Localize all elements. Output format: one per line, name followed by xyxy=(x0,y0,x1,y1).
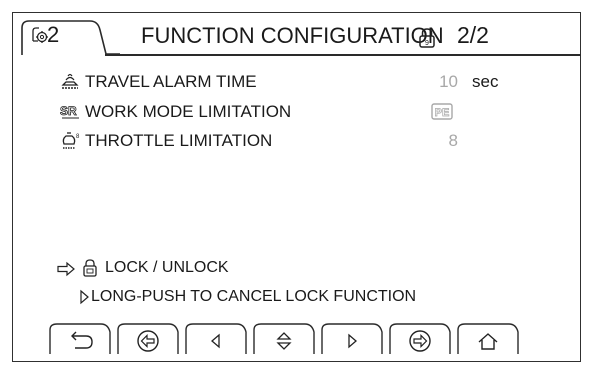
page-indicator: 2/2 xyxy=(457,22,489,48)
triangle-left-icon xyxy=(211,333,220,349)
svg-text:8: 8 xyxy=(76,134,80,140)
pe-mode-badge: PE xyxy=(431,103,453,120)
svg-text:9: 9 xyxy=(425,40,429,47)
setting-label: TRAVEL ALARM TIME xyxy=(85,72,257,91)
work-mode-icon: SR xyxy=(60,104,79,119)
setting-label: WORK MODE LIMITATION xyxy=(85,102,292,121)
svg-text:SR: SR xyxy=(60,104,77,118)
next-page-button[interactable] xyxy=(388,322,452,354)
travel-alarm-icon xyxy=(61,73,79,89)
header-divider xyxy=(105,54,581,56)
long-push-hint: LONG-PUSH TO CANCEL LOCK FUNCTION xyxy=(79,287,499,307)
triangle-right-icon xyxy=(80,289,89,305)
previous-page-button[interactable] xyxy=(116,322,180,354)
setting-row-throttle-limitation[interactable]: 8 THROTTLE LIMITATION 8 xyxy=(60,131,520,151)
page-title: FUNCTION CONFIGURATION xyxy=(141,23,444,48)
setting-label: THROTTLE LIMITATION xyxy=(85,131,273,150)
long-push-label: LONG-PUSH TO CANCEL LOCK FUNCTION xyxy=(91,288,417,305)
throttle-icon: 8 xyxy=(62,132,80,149)
back-button[interactable] xyxy=(48,322,112,354)
page-number-label: 2 xyxy=(47,22,60,47)
up-down-button[interactable] xyxy=(252,322,316,354)
return-arrow-icon xyxy=(71,331,93,349)
triangle-up-down-icon xyxy=(276,332,292,350)
home-button[interactable] xyxy=(456,322,520,354)
lock-unlock-hint: LOCK / UNLOCK xyxy=(57,258,357,278)
circle-arrow-left-icon xyxy=(137,330,159,352)
setting-value: 10 xyxy=(439,72,458,91)
lock-unlock-label: LOCK / UNLOCK xyxy=(105,259,229,276)
arrow-right-outline-icon xyxy=(57,261,75,277)
lock-icon: 9 xyxy=(419,28,435,48)
setting-row-travel-alarm-time[interactable]: TRAVEL ALARM TIME 10 sec xyxy=(60,72,520,92)
setting-row-work-mode-limitation[interactable]: SR WORK MODE LIMITATION PE xyxy=(60,102,520,122)
setting-value: 8 xyxy=(448,131,458,150)
lock-icon xyxy=(83,259,97,277)
right-button[interactable] xyxy=(320,322,384,354)
setting-unit: sec xyxy=(472,72,499,91)
left-button[interactable] xyxy=(184,322,248,354)
svg-text:PE: PE xyxy=(435,107,450,119)
screen-frame xyxy=(12,12,581,362)
circle-arrow-right-icon xyxy=(409,330,431,352)
triangle-right-icon xyxy=(348,333,357,349)
home-icon xyxy=(478,333,498,350)
